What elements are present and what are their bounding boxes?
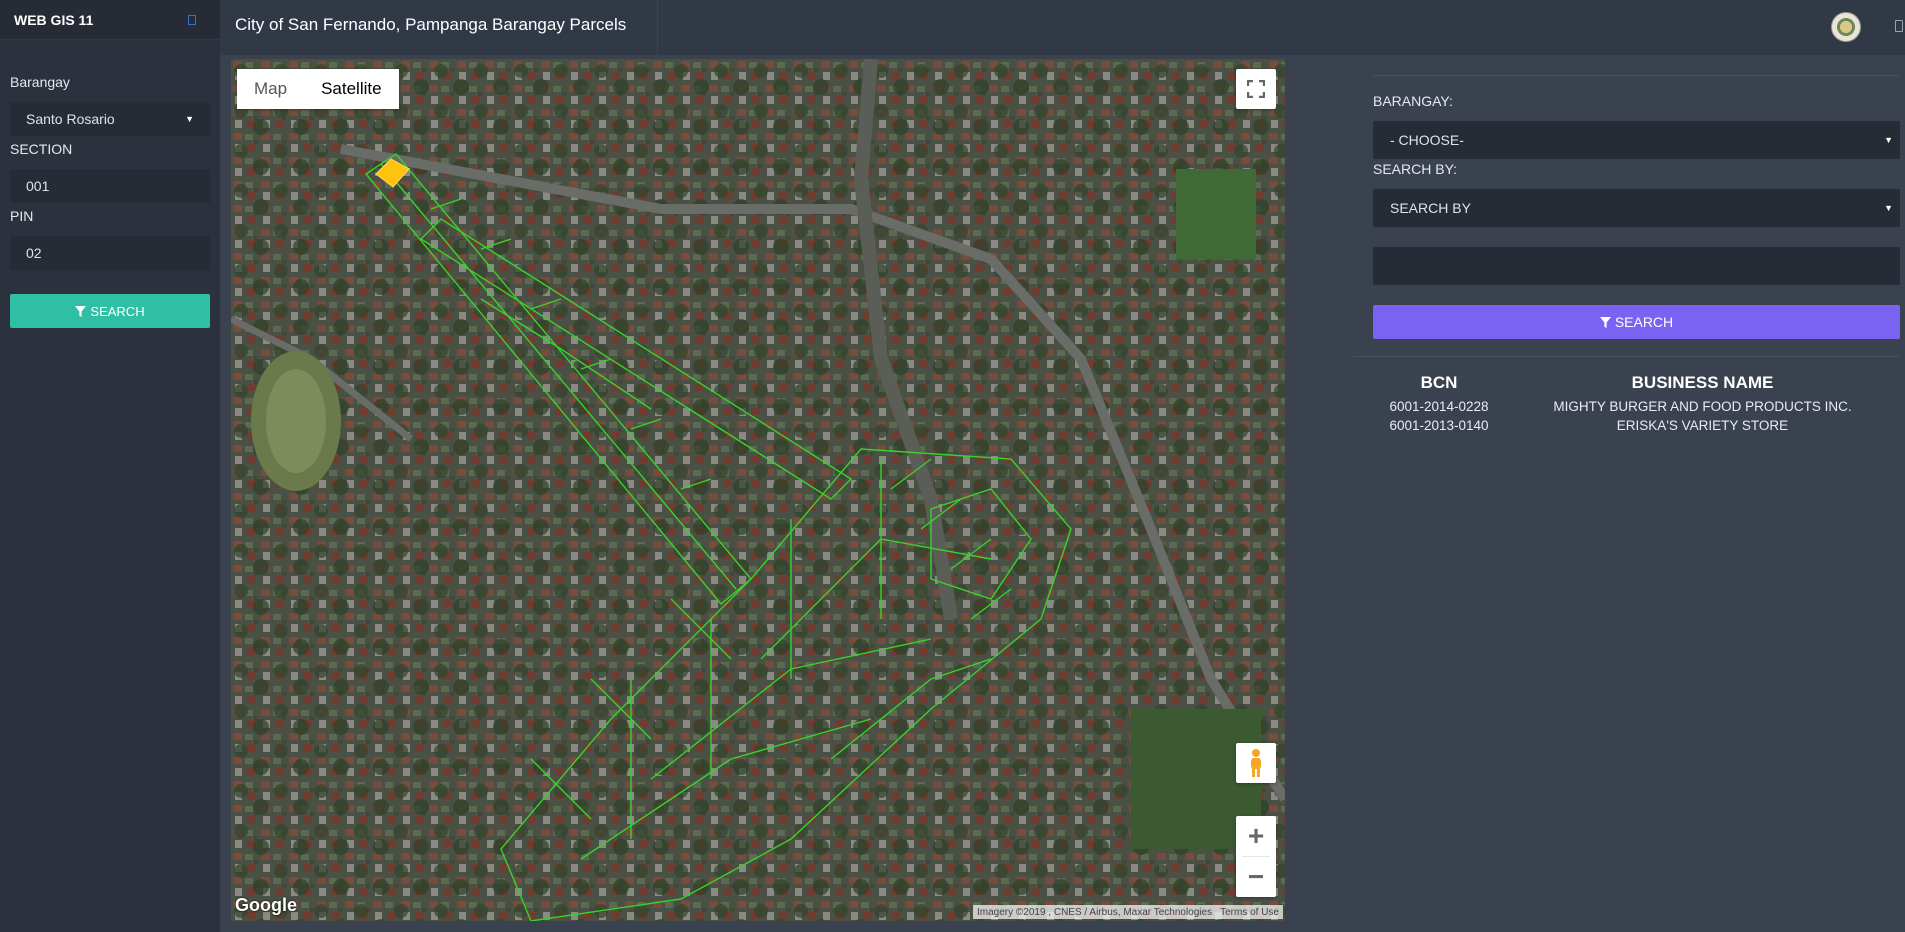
header-divider [657, 0, 658, 55]
caret-down-icon: ▼ [1884, 135, 1893, 145]
search-by-dropdown-value: SEARCH BY [1390, 200, 1471, 216]
caret-down-icon: ▼ [1884, 203, 1893, 213]
panel-search-button[interactable]: SEARCH [1373, 305, 1900, 339]
bcn-cell: 6001-2013-0140 [1389, 418, 1489, 433]
column-header-bcn: BCN [1420, 373, 1458, 392]
barangay-dropdown[interactable]: - CHOOSE- ▼ [1373, 121, 1900, 159]
barangay-label: BARANGAY: [1373, 93, 1453, 109]
zoom-control: + − [1236, 816, 1276, 897]
panel-toggle-icon[interactable] [1895, 20, 1903, 32]
results-table: BCN BUSINESS NAME 6001-2014-0228 MIGHTY … [1373, 373, 1900, 435]
city-seal-logo [1831, 12, 1861, 42]
fullscreen-button[interactable] [1236, 69, 1276, 109]
barangay-select[interactable]: Santo Rosario ▼ [10, 102, 210, 136]
imagery-credit: Imagery ©2019 , CNES / Airbus, Maxar Tec… [977, 906, 1213, 918]
sidebar-toggle-icon[interactable] [188, 14, 196, 25]
map-attribution: Imagery ©2019 , CNES / Airbus, Maxar Tec… [973, 905, 1283, 919]
panel-divider [1373, 75, 1900, 76]
search-by-dropdown[interactable]: SEARCH BY ▼ [1373, 189, 1900, 227]
zoom-in-button[interactable]: + [1236, 816, 1276, 856]
business-name-cell: MIGHTY BURGER AND FOOD PRODUCTS INC. [1553, 399, 1852, 414]
fullscreen-icon [1247, 80, 1265, 98]
map-view[interactable]: Map Satellite + − Google Imagery ©2019 ,… [231, 59, 1285, 921]
table-row[interactable]: 6001-2013-0140 ERISKA'S VARIETY STORE [1373, 416, 1900, 435]
pegman-icon [1251, 749, 1261, 777]
bcn-cell: 6001-2014-0228 [1389, 399, 1489, 414]
app-brand: WEB GIS 11 [0, 0, 220, 40]
terms-link[interactable]: Terms of Use [1220, 907, 1279, 918]
table-row[interactable]: 6001-2014-0228 MIGHTY BURGER AND FOOD PR… [1373, 397, 1900, 416]
filter-icon [75, 305, 87, 317]
street-view-pegman[interactable] [1236, 743, 1276, 783]
section-input-value: 001 [26, 178, 50, 194]
sidebar-search-button[interactable]: SEARCH [10, 294, 210, 328]
section-input[interactable]: 001 [10, 169, 210, 203]
business-name-cell: ERISKA'S VARIETY STORE [1616, 418, 1789, 433]
barangay-label: Barangay [10, 74, 70, 90]
barangay-select-value: Santo Rosario [26, 111, 115, 127]
pin-input-value: 02 [26, 245, 42, 261]
app-title: WEB GIS 11 [14, 11, 94, 28]
pin-label: PIN [10, 208, 34, 224]
search-by-label: SEARCH BY: [1373, 161, 1458, 177]
satellite-imagery [231, 59, 1285, 921]
top-header: City of San Fernando, Pampanga Barangay … [220, 0, 1905, 55]
map-type-satellite[interactable]: Satellite [304, 69, 398, 109]
map-type-map[interactable]: Map [237, 69, 304, 109]
search-text-input[interactable] [1373, 247, 1900, 285]
panel-search-label: SEARCH [1614, 314, 1674, 330]
pin-input[interactable]: 02 [10, 236, 210, 270]
column-header-business-name: BUSINESS NAME [1631, 373, 1774, 392]
sidebar-search-label: SEARCH [90, 303, 145, 319]
zoom-out-button[interactable]: − [1236, 857, 1276, 897]
map-type-control: Map Satellite [237, 69, 399, 109]
results-divider [1353, 356, 1900, 357]
google-logo: Google [235, 895, 297, 915]
barangay-dropdown-value: - CHOOSE- [1390, 132, 1464, 148]
caret-down-icon: ▼ [185, 114, 194, 124]
section-label: SECTION [10, 141, 73, 157]
filter-icon [1599, 316, 1611, 328]
sidebar: WEB GIS 11 Barangay Santo Rosario ▼ SECT… [0, 0, 220, 932]
page-title: City of San Fernando, Pampanga Barangay … [235, 15, 627, 34]
